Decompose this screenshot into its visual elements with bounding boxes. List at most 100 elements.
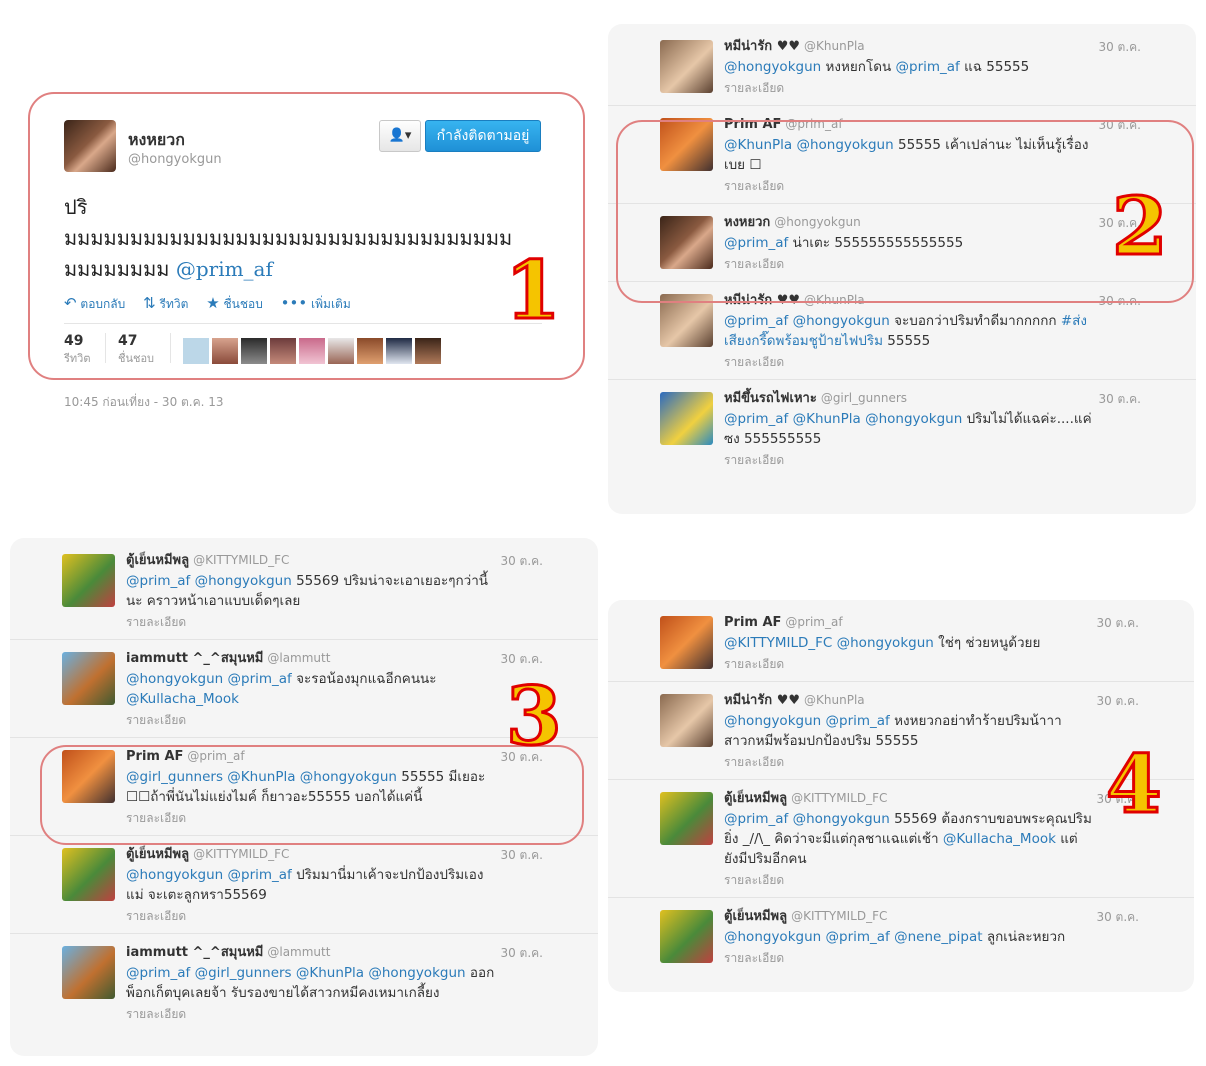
author-name[interactable]: Prim AF: [724, 117, 781, 132]
author-name[interactable]: Prim AF: [126, 749, 183, 764]
avatar[interactable]: [660, 694, 713, 747]
avatar[interactable]: [660, 294, 713, 347]
tweet-time[interactable]: 30 ต.ค.: [1096, 692, 1139, 711]
tweet-time[interactable]: 30 ต.ค.: [500, 650, 543, 669]
author-handle[interactable]: @prim_af: [785, 615, 842, 629]
mention-link[interactable]: @KhunPla: [793, 411, 861, 427]
tweet-item[interactable]: หงหยวก @hongyokgun 30 ต.ค. @prim_af น่าเตะ …: [608, 204, 1196, 282]
avatar[interactable]: [357, 338, 383, 364]
tweet-item[interactable]: ตู้เย็นหมีพลู @KITTYMILD_FC 30 ต.ค. @hongyo…: [10, 836, 598, 934]
author-handle[interactable]: @KhunPla: [804, 693, 865, 707]
details-link[interactable]: รายละเอียด: [126, 613, 586, 631]
retweet-count[interactable]: 49 รีทวิต: [64, 333, 90, 367]
user-actions-button[interactable]: 👤▾: [379, 120, 421, 152]
mention-link[interactable]: @hongyokgun: [724, 713, 821, 729]
details-link[interactable]: รายละเอียด: [724, 655, 1182, 673]
mention-link[interactable]: @prim_af: [826, 713, 890, 729]
avatar[interactable]: [386, 338, 412, 364]
author-name[interactable]: หมีน่ารัก ♥♥: [724, 293, 800, 308]
favorite-count[interactable]: 47 ชื่นชอบ: [118, 333, 154, 367]
details-link[interactable]: รายละเอียด: [126, 809, 586, 827]
author-name[interactable]: หงหยวก: [128, 128, 185, 153]
author-handle[interactable]: @KITTYMILD_FC: [193, 553, 289, 567]
author-name[interactable]: ตู้เย็นหมีพลู: [126, 847, 189, 862]
author-handle[interactable]: @KITTYMILD_FC: [791, 909, 887, 923]
avatar[interactable]: [660, 616, 713, 669]
avatar[interactable]: [62, 554, 115, 607]
tweet-time[interactable]: 30 ต.ค.: [500, 552, 543, 571]
avatar[interactable]: [62, 652, 115, 705]
avatar[interactable]: [299, 338, 325, 364]
favorite-action[interactable]: ★ ชื่นชอบ: [206, 294, 263, 312]
tweet-item[interactable]: หมีขึ้นรถไฟเหาะ @girl_gunners 30 ต.ค. @prim…: [608, 380, 1196, 477]
author-name[interactable]: iammutt ^_^สมุนหมี: [126, 945, 263, 960]
avatar[interactable]: [660, 910, 713, 963]
mention-link[interactable]: @hongyokgun: [793, 811, 890, 827]
avatar[interactable]: [62, 750, 115, 803]
tweet-item[interactable]: iammutt ^_^สมุนหมี @lammutt 30 ต.ค. @prim_a…: [10, 934, 598, 1031]
tweet-time[interactable]: 30 ต.ค.: [1098, 292, 1141, 311]
tweet-item[interactable]: หมีน่ารัก ♥♥ @KhunPla 30 ต.ค. @hongyokgun ห…: [608, 28, 1196, 106]
avatar[interactable]: [660, 392, 713, 445]
author-handle[interactable]: @lammutt: [267, 651, 330, 665]
author-name[interactable]: iammutt ^_^สมุนหมี: [126, 651, 263, 666]
author-handle[interactable]: @prim_af: [187, 749, 244, 763]
tweet-item[interactable]: ตู้เย็นหมีพลู @KITTYMILD_FC 30 ต.ค. @hongyo…: [608, 898, 1194, 975]
avatar[interactable]: [62, 848, 115, 901]
avatar[interactable]: [64, 120, 116, 172]
mention-link[interactable]: @KhunPla: [227, 769, 295, 785]
mention-link[interactable]: @prim_af: [896, 59, 960, 75]
mention-link[interactable]: @prim_af: [724, 411, 788, 427]
mention-link[interactable]: @hongyokgun: [796, 137, 893, 153]
tweet-time[interactable]: 30 ต.ค.: [500, 944, 543, 963]
tweet-item[interactable]: หมีน่ารัก ♥♥ @KhunPla 30 ต.ค. @prim_af @hon…: [608, 282, 1196, 380]
author-handle[interactable]: @KITTYMILD_FC: [193, 847, 289, 861]
reply-action[interactable]: ↶ ตอบกลับ: [64, 294, 125, 312]
author-name[interactable]: ตู้เย็นหมีพลู: [724, 909, 787, 924]
mention-link[interactable]: @KITTYMILD_FC: [724, 635, 832, 651]
mention-link[interactable]: @hongyokgun: [793, 313, 890, 329]
mention-link[interactable]: @hongyokgun: [724, 929, 821, 945]
mention-link[interactable]: @prim_af: [176, 257, 273, 281]
author-name[interactable]: ตู้เย็นหมีพลู: [126, 553, 189, 568]
mention-link[interactable]: @prim_af: [126, 573, 190, 589]
mention-link[interactable]: @prim_af: [826, 929, 890, 945]
mention-link[interactable]: @hongyokgun: [126, 867, 223, 883]
tweet-time[interactable]: 30 ต.ค.: [1098, 390, 1141, 409]
details-link[interactable]: รายละเอียด: [724, 79, 1184, 97]
mention-link[interactable]: @hongyokgun: [368, 965, 465, 981]
tweet-time[interactable]: 30 ต.ค.: [1096, 908, 1139, 927]
details-link[interactable]: รายละเอียด: [724, 451, 1184, 469]
details-link[interactable]: รายละเอียด: [724, 949, 1182, 967]
mention-link[interactable]: @girl_gunners: [126, 769, 223, 785]
avatar[interactable]: [660, 216, 713, 269]
tweet-time[interactable]: 30 ต.ค.: [1098, 38, 1141, 57]
tweet-item[interactable]: Prim AF @prim_af 30 ต.ค. @KITTYMILD_FC @hon…: [608, 604, 1194, 682]
avatar[interactable]: [241, 338, 267, 364]
author-name[interactable]: Prim AF: [724, 615, 781, 630]
mention-link[interactable]: @prim_af: [724, 313, 788, 329]
mention-link[interactable]: @nene_pipat: [894, 929, 982, 945]
author-handle[interactable]: @lammutt: [267, 945, 330, 959]
avatar[interactable]: [270, 338, 296, 364]
mention-link[interactable]: @hongyokgun: [724, 59, 821, 75]
details-link[interactable]: รายละเอียด: [724, 871, 1182, 889]
author-handle[interactable]: @hongyokgun: [774, 215, 860, 229]
tweet-item[interactable]: Prim AF @prim_af 30 ต.ค. @KhunPla @hongyokg…: [608, 106, 1196, 204]
tweet-time[interactable]: 30 ต.ค.: [500, 846, 543, 865]
mention-link[interactable]: @prim_af: [228, 671, 292, 687]
author-handle[interactable]: @KITTYMILD_FC: [791, 791, 887, 805]
mention-link[interactable]: @KhunPla: [296, 965, 364, 981]
mention-link[interactable]: @hongyokgun: [865, 411, 962, 427]
avatar[interactable]: [660, 118, 713, 171]
tweet-timestamp[interactable]: 10:45 ก่อนเที่ยง - 30 ต.ค. 13: [64, 393, 224, 412]
author-name[interactable]: หมีน่ารัก ♥♥: [724, 693, 800, 708]
author-name[interactable]: หมีขึ้นรถไฟเหาะ: [724, 391, 817, 406]
avatar[interactable]: [660, 792, 713, 845]
following-button[interactable]: กำลังติดตามอยู่: [425, 120, 541, 152]
avatar[interactable]: [62, 946, 115, 999]
details-link[interactable]: รายละเอียด: [126, 1005, 586, 1023]
mention-link[interactable]: @hongyokgun: [195, 573, 292, 589]
author-name[interactable]: หมีน่ารัก ♥♥: [724, 39, 800, 54]
tweet-time[interactable]: 30 ต.ค.: [1096, 614, 1139, 633]
